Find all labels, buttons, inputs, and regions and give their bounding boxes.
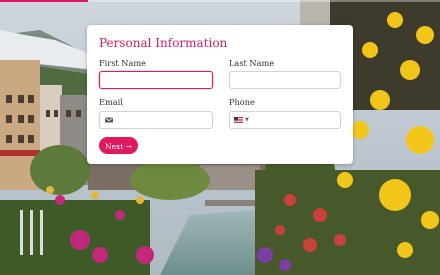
phone-field[interactable]: ▼ [229, 111, 341, 129]
email-input[interactable] [100, 112, 212, 128]
envelope-icon [105, 117, 113, 123]
last-name-field[interactable] [229, 71, 341, 89]
progress-track [0, 0, 440, 2]
email-field[interactable] [99, 111, 213, 129]
email-label: Email [99, 97, 123, 107]
us-flag-icon[interactable] [234, 117, 243, 123]
first-name-label: First Name [99, 58, 146, 68]
progress-fill [0, 0, 88, 2]
last-name-label: Last Name [229, 58, 275, 68]
next-button[interactable]: Next → [99, 137, 138, 154]
chevron-down-icon[interactable]: ▼ [245, 117, 249, 123]
form-title: Personal Information [99, 36, 228, 50]
last-name-input[interactable] [230, 72, 340, 88]
first-name-field[interactable] [99, 71, 213, 89]
first-name-input[interactable] [100, 72, 212, 88]
form-card: Personal Information First Name Last Nam… [87, 25, 353, 164]
phone-label: Phone [229, 97, 255, 107]
